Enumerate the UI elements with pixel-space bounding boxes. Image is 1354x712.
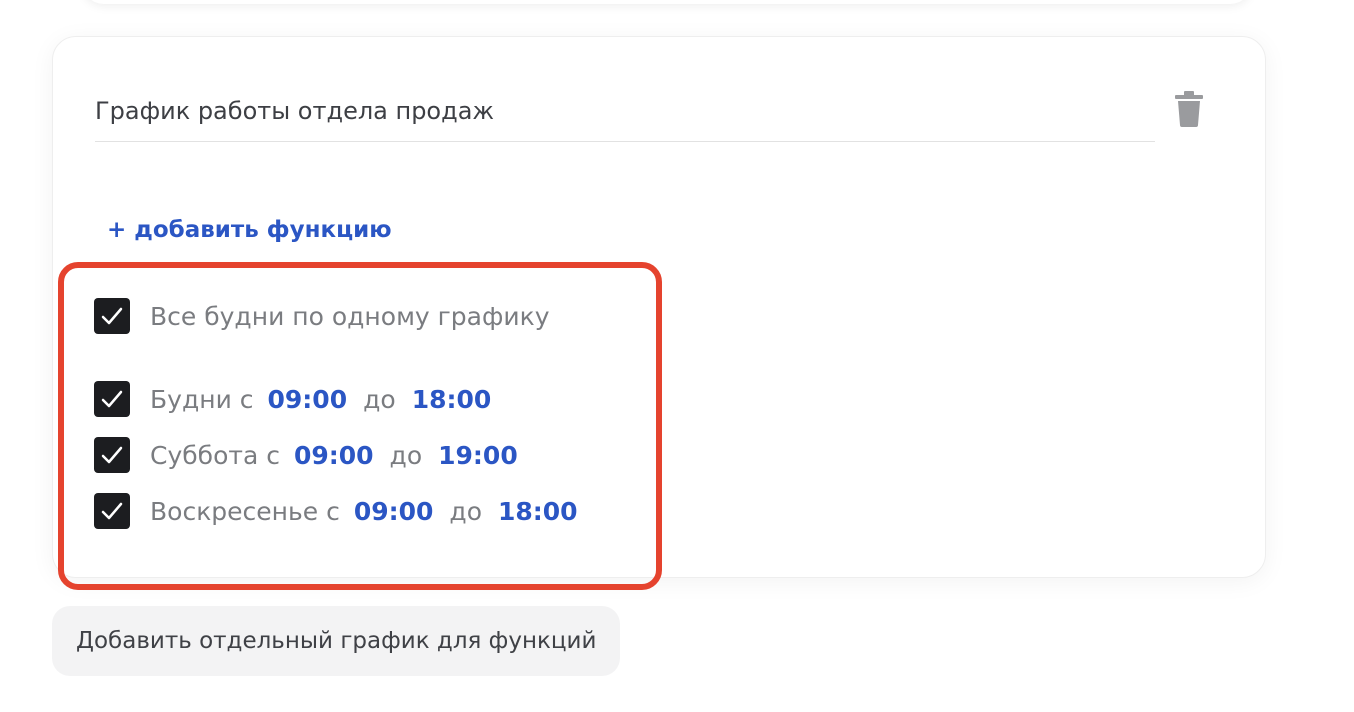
previous-card bbox=[82, 0, 1252, 4]
sunday-from-time[interactable]: 09:00 bbox=[354, 497, 434, 526]
check-icon bbox=[101, 446, 123, 464]
schedule-name-field[interactable]: График работы отдела продаж bbox=[95, 93, 1155, 142]
sunday-to-time[interactable]: 18:00 bbox=[498, 497, 578, 526]
sunday-label: Воскресенье с bbox=[150, 496, 340, 526]
saturday-to-label: до bbox=[389, 440, 423, 470]
add-separate-schedule-button[interactable]: Добавить отдельный график для функций bbox=[52, 606, 621, 676]
saturday-from-time[interactable]: 09:00 bbox=[294, 441, 374, 470]
weekdays-label: Будни с bbox=[150, 384, 254, 414]
weekdays-to-label: до bbox=[363, 384, 396, 414]
saturday-to-time[interactable]: 19:00 bbox=[438, 441, 518, 470]
sunday-to-label: до bbox=[449, 496, 482, 526]
saturday-label: Суббота с bbox=[150, 440, 280, 470]
check-icon bbox=[101, 390, 123, 408]
trash-icon[interactable] bbox=[1173, 91, 1205, 127]
weekdays-from-time[interactable]: 09:00 bbox=[268, 385, 348, 414]
sunday-checkbox[interactable] bbox=[94, 493, 130, 529]
weekdays-checkbox[interactable] bbox=[94, 381, 130, 417]
same-weekdays-checkbox[interactable] bbox=[94, 298, 130, 334]
same-weekdays-label: Все будни по одному графику bbox=[150, 301, 550, 331]
add-function-link[interactable]: + добавить функцию bbox=[107, 217, 392, 243]
weekdays-to-time[interactable]: 18:00 bbox=[412, 385, 492, 414]
saturday-row: Суббота с 09:00 до 19:00 bbox=[94, 437, 532, 473]
saturday-checkbox[interactable] bbox=[94, 437, 130, 473]
check-icon bbox=[101, 307, 123, 325]
same-weekdays-row: Все будни по одному графику bbox=[94, 298, 550, 334]
check-icon bbox=[101, 502, 123, 520]
sunday-row: Воскресенье с 09:00 до 18:00 bbox=[94, 493, 592, 529]
weekdays-row: Будни с 09:00 до 18:00 bbox=[94, 381, 505, 417]
